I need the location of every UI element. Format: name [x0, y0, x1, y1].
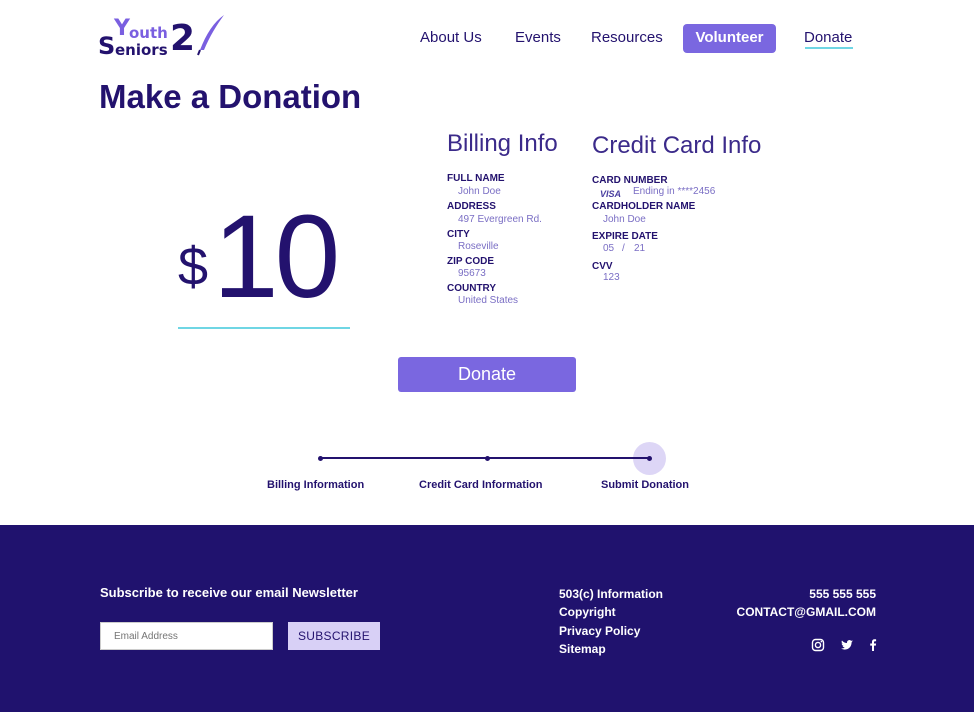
step-dot-billing[interactable]: [318, 456, 323, 461]
zip-label: ZIP CODE: [447, 256, 495, 267]
site-logo[interactable]: Y outh S eniors 2: [98, 14, 228, 60]
footer-link-503c[interactable]: 503(c) Information: [559, 587, 663, 601]
card-number-value[interactable]: Ending in ****2456: [633, 186, 715, 197]
donation-amount[interactable]: 10: [213, 198, 340, 316]
twitter-icon[interactable]: [840, 638, 854, 652]
footer-link-sitemap[interactable]: Sitemap: [559, 642, 606, 656]
full-name-label: FULL NAME: [447, 173, 505, 184]
expire-month-value[interactable]: 05: [603, 243, 614, 254]
visa-icon: VISA: [600, 189, 622, 199]
step-label-billing[interactable]: Billing Information: [267, 479, 364, 491]
facebook-icon[interactable]: [866, 638, 880, 652]
address-value[interactable]: 497 Evergreen Rd.: [458, 214, 542, 225]
expire-separator: /: [622, 243, 625, 254]
footer-phone[interactable]: 555 555 555: [809, 587, 876, 601]
nav-volunteer-button[interactable]: Volunteer: [683, 24, 776, 53]
country-value[interactable]: United States: [458, 295, 518, 306]
logo-text-eniors: eniors: [115, 41, 168, 59]
amount-underline: [178, 327, 350, 329]
nav-active-underline: [805, 47, 853, 49]
page-title: Make a Donation: [99, 78, 362, 115]
step-dot-credit-card[interactable]: [485, 456, 490, 461]
step-connector-2: [488, 457, 648, 459]
footer-link-copyright[interactable]: Copyright: [559, 605, 616, 619]
cvv-value[interactable]: 123: [603, 272, 620, 283]
zip-value[interactable]: 95673: [458, 268, 486, 279]
footer-email[interactable]: CONTACT@GMAIL.COM: [737, 605, 876, 619]
cvv-label: CVV: [592, 261, 613, 272]
city-label: CITY: [447, 229, 470, 240]
subscribe-button[interactable]: SUBSCRIBE: [288, 622, 380, 650]
address-label: ADDRESS: [447, 201, 496, 212]
footer-link-privacy-policy[interactable]: Privacy Policy: [559, 624, 640, 638]
step-connector-1: [321, 457, 487, 459]
nav-resources[interactable]: Resources: [591, 24, 663, 52]
instagram-icon[interactable]: [811, 638, 825, 652]
city-value[interactable]: Roseville: [458, 241, 499, 252]
step-label-submit[interactable]: Submit Donation: [601, 479, 689, 491]
logo-letter-s: S: [98, 32, 116, 60]
logo-letter-y: Y: [114, 16, 130, 41]
newsletter-heading: Subscribe to receive our email Newslette…: [100, 585, 358, 600]
card-number-label: CARD NUMBER: [592, 175, 668, 186]
site-footer: Subscribe to receive our email Newslette…: [0, 525, 974, 712]
nav-about-us[interactable]: About Us: [420, 24, 482, 52]
step-label-credit-card[interactable]: Credit Card Information: [419, 479, 542, 491]
nav-events[interactable]: Events: [515, 24, 561, 52]
currency-symbol: $: [178, 237, 209, 297]
cardholder-name-label: CARDHOLDER NAME: [592, 201, 696, 212]
cardholder-name-value[interactable]: John Doe: [603, 214, 646, 225]
credit-card-info-title: Credit Card Info: [592, 132, 762, 159]
logo-text-outh: outh: [129, 24, 168, 42]
newsletter-email-input[interactable]: [100, 622, 273, 650]
country-label: COUNTRY: [447, 283, 497, 294]
billing-info-title: Billing Info: [447, 130, 558, 157]
donate-button[interactable]: Donate: [398, 357, 576, 392]
quill-icon: [197, 15, 224, 56]
expire-year-value[interactable]: 21: [634, 243, 645, 254]
full-name-value[interactable]: John Doe: [458, 186, 501, 197]
step-dot-submit[interactable]: [647, 456, 652, 461]
expire-date-label: EXPIRE DATE: [592, 231, 658, 242]
